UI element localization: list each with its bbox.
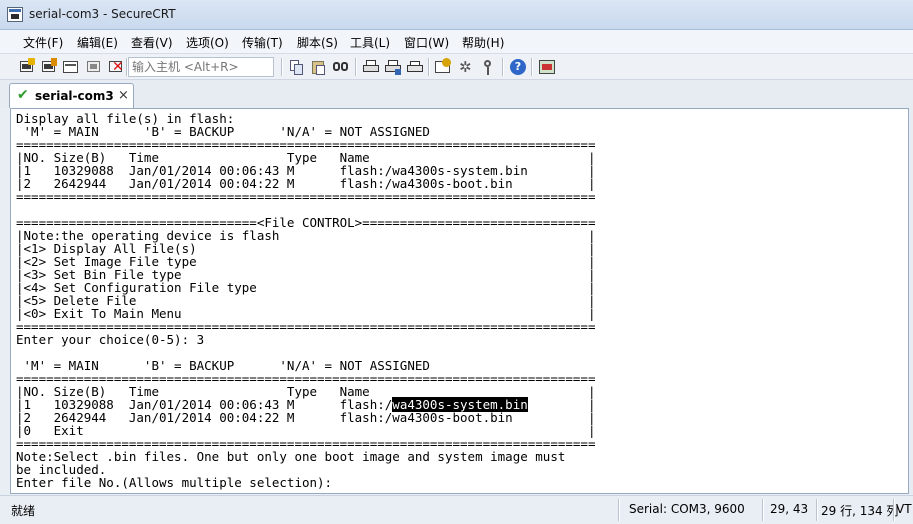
terminal-line: Enter file No.(Allows multiple selection… xyxy=(16,476,332,489)
printer-setup-icon[interactable] xyxy=(406,58,424,76)
menu-options[interactable]: 选项(O) xyxy=(186,34,229,51)
status-terminal-size: 29 行, 134 列 xyxy=(821,504,899,518)
toolbar: ✕ ✲ ? xyxy=(0,54,913,80)
status-connection: Serial: COM3, 9600 xyxy=(629,502,745,516)
connect-in-tab-icon[interactable] xyxy=(62,58,80,76)
menu-tools[interactable]: 工具(L) xyxy=(350,34,390,51)
quick-connect-icon[interactable] xyxy=(40,58,58,76)
session-tab-strip: ✔ serial-com3 × xyxy=(0,80,913,108)
connect-icon[interactable] xyxy=(18,58,36,76)
reconnect-icon[interactable] xyxy=(85,58,103,76)
terminal-line-text: Enter your choice(0-5): 3 xyxy=(16,332,205,347)
menu-script[interactable]: 脚本(S) xyxy=(297,34,338,51)
menu-file[interactable]: 文件(F) xyxy=(23,34,63,51)
host-input[interactable] xyxy=(128,57,274,77)
terminal-line-text: ========================================… xyxy=(16,189,596,204)
copy-icon[interactable] xyxy=(288,58,306,76)
menu-window[interactable]: 窗口(W) xyxy=(404,34,449,51)
securecrt-app-icon[interactable] xyxy=(7,7,23,22)
print-selection-icon[interactable] xyxy=(384,58,402,76)
keymap-icon[interactable] xyxy=(479,58,497,76)
status-ready: 就绪 xyxy=(11,504,36,518)
session-options-icon[interactable] xyxy=(434,58,452,76)
menu-view[interactable]: 查看(V) xyxy=(131,34,173,51)
menu-edit[interactable]: 编辑(E) xyxy=(77,34,118,51)
terminal-line: ========================================… xyxy=(16,190,595,203)
terminal-output[interactable]: Display all file(s) in flash: 'M' = MAIN… xyxy=(10,108,909,494)
paste-icon[interactable] xyxy=(310,58,328,76)
global-options-icon[interactable]: ✲ xyxy=(457,58,475,76)
sftp-session-icon[interactable] xyxy=(538,58,556,76)
find-icon[interactable] xyxy=(332,58,350,76)
disconnect-icon[interactable]: ✕ xyxy=(107,58,125,76)
menu-help[interactable]: 帮助(H) xyxy=(462,34,504,51)
terminal-line-text: Enter file No.(Allows multiple selection… xyxy=(16,475,333,490)
menu-bar: 文件(F) 编辑(E) 查看(V) 选项(O) 传输(T) 脚本(S) 工具(L… xyxy=(0,30,913,54)
connected-check-icon: ✔ xyxy=(17,87,29,103)
help-icon[interactable]: ? xyxy=(509,58,527,76)
title-bar: serial-com3 - SecureCRT xyxy=(0,0,913,30)
terminal-line: Enter your choice(0-5): 3 xyxy=(16,333,204,346)
tab-serial-com3[interactable]: ✔ serial-com3 × xyxy=(9,83,134,108)
window-title: serial-com3 - SecureCRT xyxy=(29,7,176,21)
status-cursor-position: 29, 43 xyxy=(770,502,809,516)
status-bar: 就绪 Serial: COM3, 9600 29, 43 29 行, 134 列… xyxy=(0,495,913,524)
status-terminal-type: VT xyxy=(896,502,912,516)
print-icon[interactable] xyxy=(362,58,380,76)
tab-label: serial-com3 xyxy=(35,89,114,103)
menu-transfer[interactable]: 传输(T) xyxy=(242,34,283,51)
right-edge xyxy=(909,108,913,494)
tab-close-icon[interactable]: × xyxy=(118,88,129,103)
